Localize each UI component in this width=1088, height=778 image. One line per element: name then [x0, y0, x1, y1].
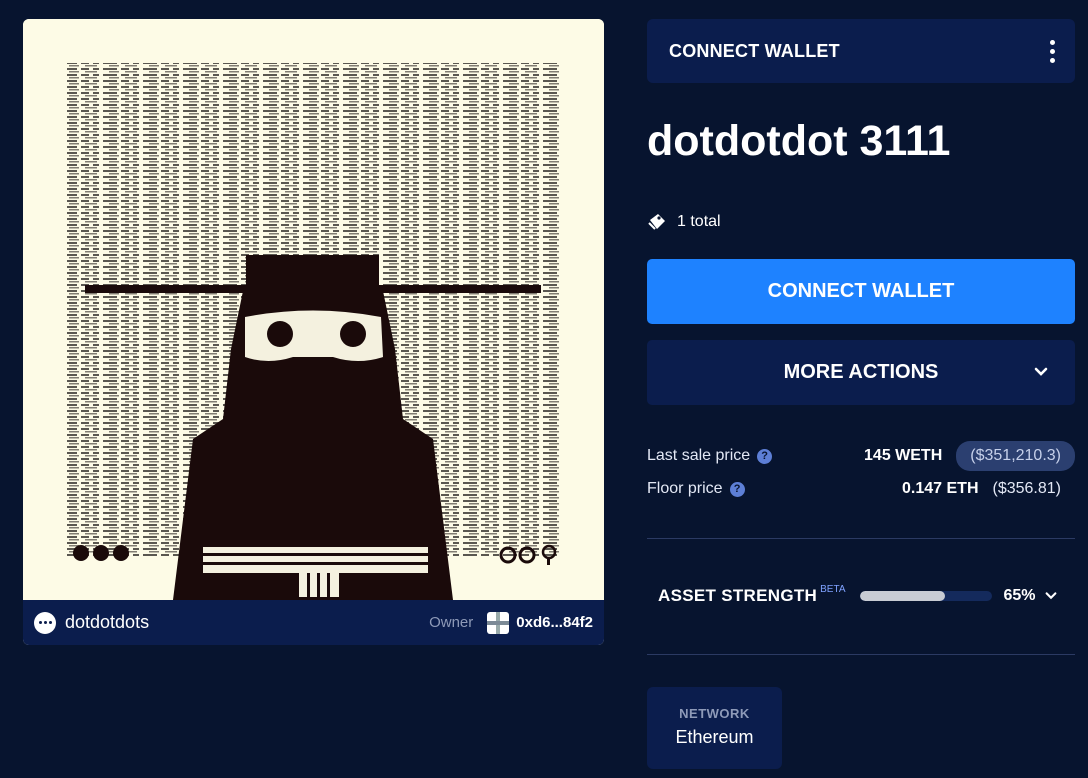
asset-strength-toggle[interactable]: ASSET STRENGTH BETA 65% — [658, 582, 1068, 610]
chevron-down-icon — [1045, 592, 1056, 600]
chevron-down-icon — [1034, 367, 1048, 376]
strength-percent: 65% — [1003, 587, 1036, 604]
kebab-menu-icon[interactable] — [1050, 39, 1055, 63]
network-card: NETWORK Ethereum — [647, 687, 782, 769]
help-icon[interactable]: ? — [757, 448, 773, 464]
floor-price-row: Floor price ? 0.147 ETH ($356.81) — [647, 474, 1075, 504]
last-sale-value: 145 WETH — [864, 447, 943, 464]
floor-price-value: 0.147 ETH — [902, 480, 979, 497]
card-footer: dotdotdots Owner 0xd6...84f2 — [23, 600, 604, 645]
connect-wallet-button[interactable]: CONNECT WALLET — [647, 259, 1075, 324]
header-connect-wallet-button[interactable]: CONNECT WALLET — [669, 41, 840, 62]
asset-strength-label: ASSET STRENGTH — [658, 586, 818, 605]
last-sale-row: Last sale price ? 145 WETH ($351,210.3) — [647, 441, 1075, 471]
collection-icon — [34, 611, 56, 634]
beta-badge: BETA — [820, 584, 846, 595]
divider — [647, 538, 1075, 539]
owner-label: Owner — [429, 614, 474, 631]
last-sale-fiat: ($351,210.3) — [956, 441, 1075, 471]
floor-price-label: Floor price — [647, 480, 723, 497]
floor-price-fiat: ($356.81) — [992, 480, 1062, 497]
collection-link[interactable]: dotdotdots — [65, 612, 149, 633]
top-bar: CONNECT WALLET — [647, 19, 1075, 83]
page-title: dotdotdot 3111 — [647, 117, 951, 165]
owner-avatar[interactable] — [487, 611, 510, 634]
nft-artwork[interactable] — [23, 19, 604, 600]
tag-icon — [648, 214, 665, 230]
last-sale-label: Last sale price — [647, 447, 751, 464]
supply-text: 1 total — [677, 213, 721, 230]
help-icon[interactable]: ? — [729, 481, 745, 497]
strength-bar-fill — [859, 591, 946, 601]
network-label: NETWORK — [679, 706, 750, 721]
nft-card: dotdotdots Owner 0xd6...84f2 — [23, 19, 604, 645]
strength-bar — [859, 591, 992, 601]
divider — [647, 654, 1075, 655]
owner-address-link[interactable]: 0xd6...84f2 — [516, 614, 593, 631]
supply-info: 1 total — [647, 212, 721, 232]
network-value: Ethereum — [675, 727, 754, 747]
more-actions-button[interactable]: MORE ACTIONS — [647, 340, 1075, 405]
more-actions-label: MORE ACTIONS — [783, 361, 939, 383]
